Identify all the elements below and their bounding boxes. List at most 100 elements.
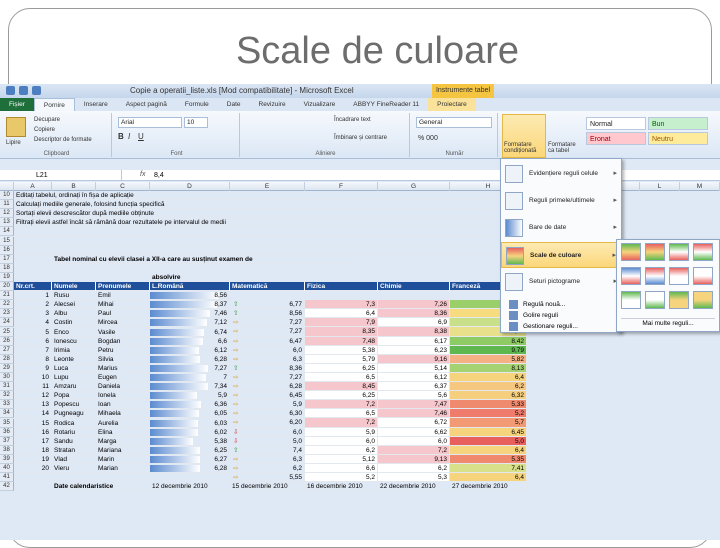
row-number[interactable]: 19 — [0, 272, 14, 282]
cell-romana[interactable]: 7,46 — [150, 309, 230, 319]
row-number[interactable]: 32 — [0, 391, 14, 401]
tab-2[interactable]: Inserare — [75, 98, 117, 111]
footer-date[interactable]: 15 decembrie 2010 — [230, 482, 305, 492]
instruction-text[interactable]: Calculați mediile generale, folosind fun… — [14, 200, 494, 210]
cell-nr[interactable]: 1 — [14, 291, 52, 301]
tab-5[interactable]: Date — [218, 98, 250, 111]
instruction-text[interactable] — [14, 236, 494, 246]
cut-button[interactable]: Decupare — [34, 117, 60, 123]
footer-label[interactable]: Date calendaristice — [52, 482, 148, 492]
cell-last-name[interactable]: Irimia — [52, 345, 96, 355]
tab-9[interactable]: Proiectare — [428, 98, 476, 111]
cell-romana[interactable]: 6,36 — [150, 400, 230, 410]
accounting-button[interactable]: % 000 — [418, 135, 438, 142]
column-header-cell-3[interactable]: L.Română — [150, 282, 230, 292]
cell-romana[interactable]: 6,25 — [150, 445, 230, 455]
cell-last-name[interactable]: Vlad — [52, 454, 96, 464]
redo-icon[interactable] — [32, 86, 41, 95]
tab-8[interactable]: ABBYY FineReader 11 — [344, 98, 428, 111]
column-header-G[interactable]: G — [378, 182, 450, 191]
quick-access-toolbar[interactable] — [6, 86, 41, 95]
cell-first-name[interactable]: Mariana — [96, 445, 150, 455]
row-number[interactable]: 25 — [0, 327, 14, 337]
cell-nr[interactable]: 14 — [14, 409, 52, 419]
cell-first-name[interactable]: Ioan — [96, 400, 150, 410]
footer-date[interactable]: 22 decembrie 2010 — [378, 482, 450, 492]
format-as-table-button[interactable]: Formatare ca tabel — [548, 142, 582, 154]
row-number[interactable]: 18 — [0, 263, 14, 273]
style-neutral[interactable]: Neutru — [648, 132, 708, 145]
cell-last-name[interactable]: Costin — [52, 318, 96, 328]
cell-last-name[interactable]: Vieru — [52, 464, 96, 474]
cell-romana[interactable]: 6,28 — [150, 354, 230, 364]
color-scale-swatch[interactable] — [669, 243, 689, 261]
menu-item-0[interactable]: Evidențiere reguli celule ▸ — [501, 161, 623, 187]
row-number[interactable]: 29 — [0, 363, 14, 373]
cell-first-name[interactable]: Marin — [96, 454, 150, 464]
cell-romana[interactable]: 8,56 — [150, 291, 230, 301]
row-number[interactable]: 37 — [0, 436, 14, 446]
cell-nr[interactable]: 9 — [14, 363, 52, 373]
color-scale-swatch[interactable] — [693, 243, 713, 261]
merge-center-button[interactable]: Îmbinare și centrare — [334, 135, 387, 141]
row-number[interactable]: 16 — [0, 245, 14, 255]
column-header-A[interactable]: A — [14, 182, 52, 191]
table-title-line2[interactable]: absolvire — [150, 272, 270, 282]
row-number[interactable]: 38 — [0, 445, 14, 455]
cell-romana[interactable]: 6,02 — [150, 427, 230, 437]
cell-romana[interactable]: 7,27 — [150, 363, 230, 373]
row-number[interactable]: 36 — [0, 427, 14, 437]
tab-6[interactable]: Revizuire — [250, 98, 295, 111]
tab-3[interactable]: Aspect pagină — [117, 98, 176, 111]
column-header-cell-0[interactable]: Nr.crt. — [14, 282, 52, 292]
column-header-B[interactable]: B — [52, 182, 96, 191]
cell-last-name[interactable]: Ionescu — [52, 336, 96, 346]
menu-item-4[interactable]: Seturi pictograme▸ — [501, 269, 623, 295]
cell-nr[interactable]: 11 — [14, 382, 52, 392]
cell-romana[interactable]: 7 — [150, 373, 230, 383]
paste-button[interactable]: Lipire — [6, 140, 21, 146]
cell-romana[interactable]: 6,74 — [150, 327, 230, 337]
cell-nr[interactable]: 19 — [14, 454, 52, 464]
cell-first-name[interactable]: Silvia — [96, 354, 150, 364]
row-number[interactable]: 11 — [0, 200, 14, 210]
instruction-text[interactable]: Editați tabelul, ordinați în fișa de apl… — [14, 191, 494, 201]
cell-first-name[interactable]: Marian — [96, 464, 150, 474]
row-number[interactable]: 21 — [0, 291, 14, 301]
row-number[interactable]: 40 — [0, 464, 14, 474]
cell-romana[interactable]: 5,9 — [150, 391, 230, 401]
undo-icon[interactable] — [19, 86, 28, 95]
font-size-combo[interactable]: 10 — [184, 117, 208, 128]
format-painter-button[interactable]: Descriptor de formate — [34, 137, 92, 143]
color-scale-swatch[interactable] — [645, 243, 665, 261]
cell-first-name[interactable]: Mircea — [96, 318, 150, 328]
font-name-combo[interactable]: Arial — [118, 117, 182, 128]
formula-input[interactable]: 8,4 — [154, 170, 164, 181]
cell-last-name[interactable]: Popescu — [52, 400, 96, 410]
cell-last-name[interactable]: Popa — [52, 391, 96, 401]
cell-first-name[interactable]: Marius — [96, 363, 150, 373]
column-header-D[interactable]: D — [150, 182, 230, 191]
cell-first-name[interactable]: Paul — [96, 309, 150, 319]
column-header-cell-2[interactable]: Prenumele — [96, 282, 150, 292]
cell-first-name[interactable]: Elina — [96, 427, 150, 437]
cell-nr[interactable]: 12 — [14, 391, 52, 401]
row-number[interactable]: 39 — [0, 454, 14, 464]
cell-first-name[interactable]: Ionela — [96, 391, 150, 401]
row-number[interactable]: 24 — [0, 318, 14, 328]
row-number[interactable]: 14 — [0, 227, 14, 237]
row-number[interactable]: 22 — [0, 300, 14, 310]
cell-first-name[interactable]: Mihai — [96, 300, 150, 310]
menu-item-1[interactable]: Reguli primele/ultimele ▸ — [501, 188, 623, 214]
cell-nr[interactable]: 7 — [14, 345, 52, 355]
name-box[interactable]: L21 — [30, 170, 122, 181]
instruction-text[interactable] — [14, 227, 494, 237]
cell-last-name[interactable]: Pugneagu — [52, 409, 96, 419]
row-number[interactable]: 31 — [0, 382, 14, 392]
color-scale-swatch[interactable] — [693, 267, 713, 285]
color-scale-swatch[interactable] — [621, 243, 641, 261]
cell-romana[interactable]: 6,05 — [150, 409, 230, 419]
row-number[interactable]: 26 — [0, 336, 14, 346]
row-number[interactable]: 13 — [0, 218, 14, 228]
cell-romana[interactable]: 7,34 — [150, 382, 230, 392]
